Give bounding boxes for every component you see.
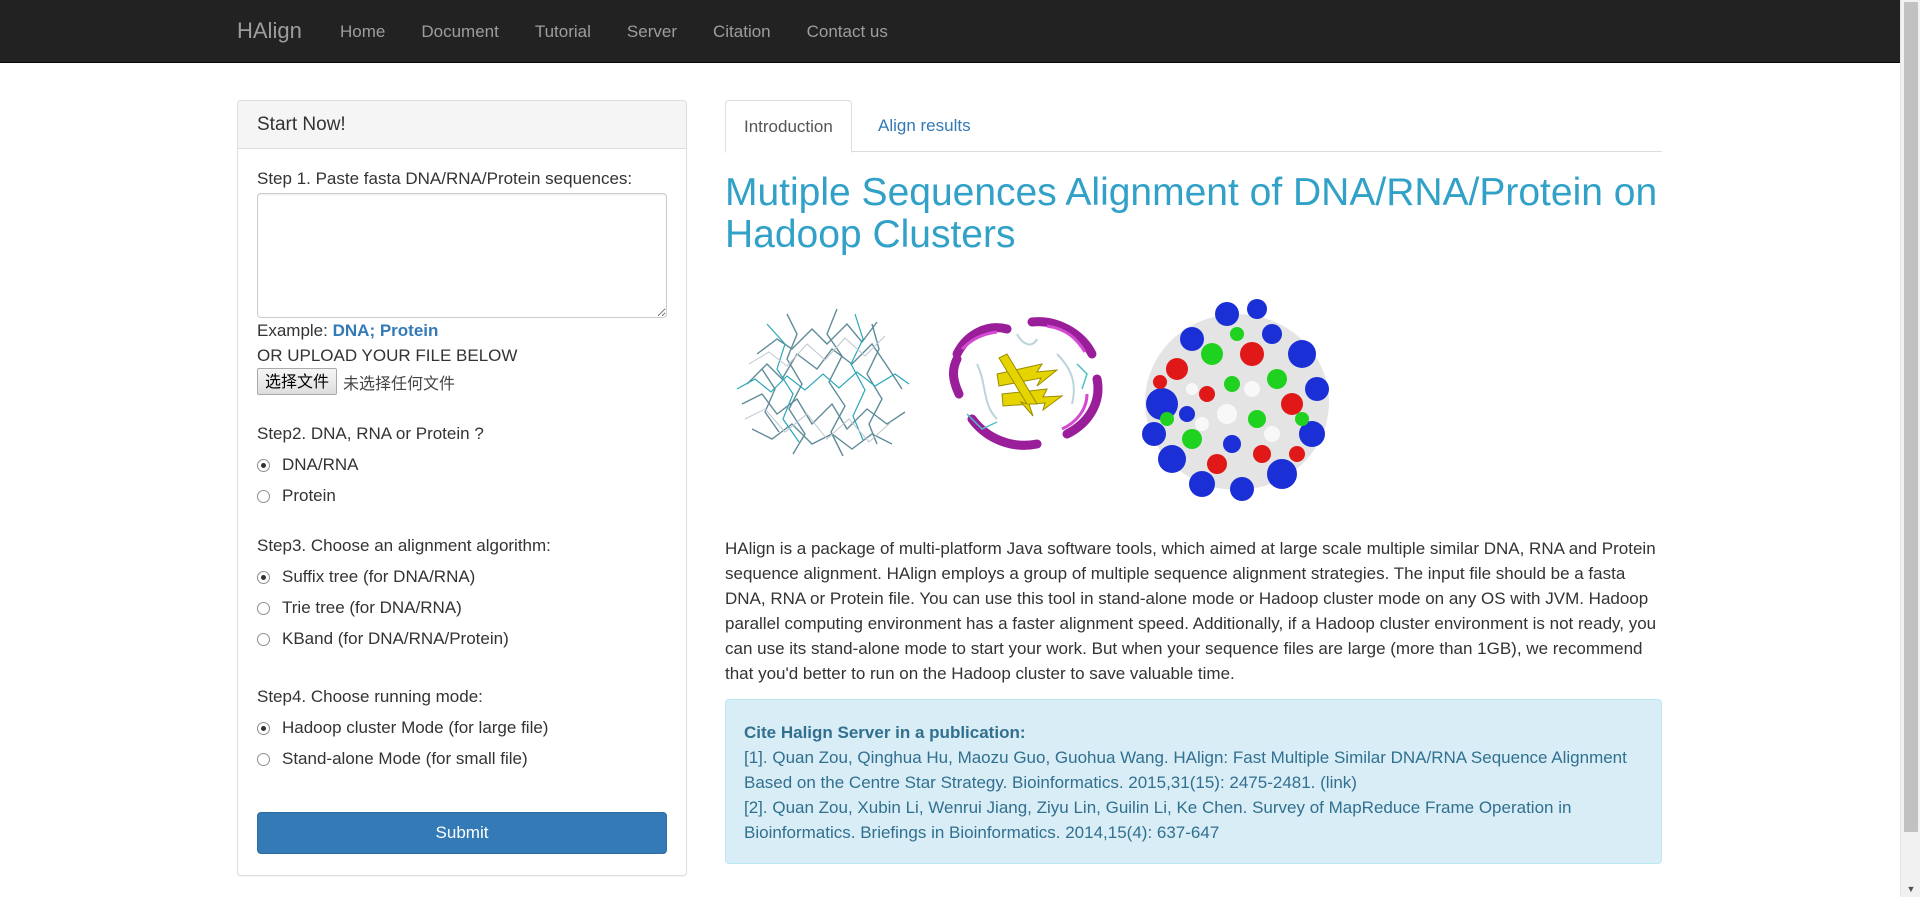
step3-label: Step3. Choose an alignment algorithm: xyxy=(257,536,551,555)
radio-trie-tree[interactable]: Trie tree (for DNA/RNA) xyxy=(257,598,462,618)
citation-link[interactable]: (link) xyxy=(1320,773,1357,792)
radio-dna-rna-control[interactable] xyxy=(257,458,270,472)
submit-button[interactable]: Submit xyxy=(257,812,667,854)
radio-hadoop-mode-control[interactable] xyxy=(257,721,270,735)
radio-label: Suffix tree (for DNA/RNA) xyxy=(282,567,476,586)
radio-kband-control[interactable] xyxy=(257,632,270,646)
step2-label: Step2. DNA, RNA or Protein ? xyxy=(257,424,484,443)
tab-align-results[interactable]: Align results xyxy=(860,100,989,153)
citation-entry-1-text: [1]. Quan Zou, Qinghua Hu, Maozu Guo, Gu… xyxy=(744,748,1627,792)
radio-dna-rna[interactable]: DNA/RNA xyxy=(257,455,359,475)
nav-tutorial[interactable]: Tutorial xyxy=(517,0,609,63)
radio-protein-control[interactable] xyxy=(257,489,270,503)
file-upload-row: 选择文件 未选择任何文件 xyxy=(257,368,455,395)
tab-bar: Introduction Align results xyxy=(725,100,1662,153)
surface-protein-structure xyxy=(1142,299,1329,501)
radio-hadoop-mode[interactable]: Hadoop cluster Mode (for large file) xyxy=(257,718,548,738)
nav-document[interactable]: Document xyxy=(403,0,516,63)
page-scrollbar[interactable]: ▼ xyxy=(1900,0,1920,897)
sequence-textarea[interactable] xyxy=(257,193,667,318)
citation-entry-2: [2]. Quan Zou, Xubin Li, Wenrui Jiang, Z… xyxy=(744,798,1572,842)
radio-suffix-tree[interactable]: Suffix tree (for DNA/RNA) xyxy=(257,567,475,587)
step4-label: Step4. Choose running mode: xyxy=(257,687,483,706)
start-now-panel: Start Now! Step 1. Paste fasta DNA/RNA/P… xyxy=(237,100,687,876)
ribbon-protein-structure xyxy=(949,317,1103,450)
radio-label: Trie tree (for DNA/RNA) xyxy=(282,598,462,617)
radio-label: DNA/RNA xyxy=(282,455,359,474)
nav-citation[interactable]: Citation xyxy=(695,0,789,63)
nav-server[interactable]: Server xyxy=(609,0,695,63)
radio-standalone-mode[interactable]: Stand-alone Mode (for small file) xyxy=(257,749,528,769)
citation-entry-1: [1]. Quan Zou, Qinghua Hu, Maozu Guo, Gu… xyxy=(744,745,1643,795)
upload-label: OR UPLOAD YOUR FILE BELOW xyxy=(257,346,518,365)
file-status: 未选择任何文件 xyxy=(343,373,456,393)
tab-introduction[interactable]: Introduction xyxy=(725,100,852,153)
radio-label: Stand-alone Mode (for small file) xyxy=(282,749,528,768)
scroll-down-icon[interactable]: ▼ xyxy=(1901,881,1920,897)
scrollbar-thumb[interactable] xyxy=(1904,2,1918,832)
step1-label: Step 1. Paste fasta DNA/RNA/Protein sequ… xyxy=(257,169,633,188)
radio-label: Hadoop cluster Mode (for large file) xyxy=(282,718,549,737)
example-line: Example: DNA; Protein xyxy=(257,321,438,341)
example-dna-link[interactable]: DNA xyxy=(333,321,370,340)
radio-trie-tree-control[interactable] xyxy=(257,601,270,615)
panel-heading: Start Now! xyxy=(238,101,686,149)
nav-links: Home Document Tutorial Server Citation C… xyxy=(322,0,906,63)
example-prefix: Example: xyxy=(257,321,333,340)
radio-kband[interactable]: KBand (for DNA/RNA/Protein) xyxy=(257,629,509,649)
nav-home[interactable]: Home xyxy=(322,0,403,63)
radio-label: Protein xyxy=(282,486,336,505)
stick-protein-structure xyxy=(736,308,910,457)
top-navbar: HAlign Home Document Tutorial Server Cit… xyxy=(0,0,1900,63)
radio-label: KBand (for DNA/RNA/Protein) xyxy=(282,629,509,648)
choose-file-button[interactable]: 选择文件 xyxy=(257,368,338,395)
nav-contact-us[interactable]: Contact us xyxy=(789,0,906,63)
page-title: Mutiple Sequences Alignment of DNA/RNA/P… xyxy=(725,171,1658,256)
radio-standalone-mode-control[interactable] xyxy=(257,752,270,766)
example-protein-link[interactable]: Protein xyxy=(380,321,439,340)
radio-suffix-tree-control[interactable] xyxy=(257,570,270,584)
radio-protein[interactable]: Protein xyxy=(257,486,336,506)
citation-box: Cite Halign Server in a publication: [1]… xyxy=(725,699,1662,864)
brand-link[interactable]: HAlign xyxy=(237,17,302,45)
citation-title: Cite Halign Server in a publication: xyxy=(744,723,1026,742)
example-separator: ; xyxy=(369,321,380,340)
intro-paragraph: HAlign is a package of multi-platform Ja… xyxy=(725,539,1657,683)
